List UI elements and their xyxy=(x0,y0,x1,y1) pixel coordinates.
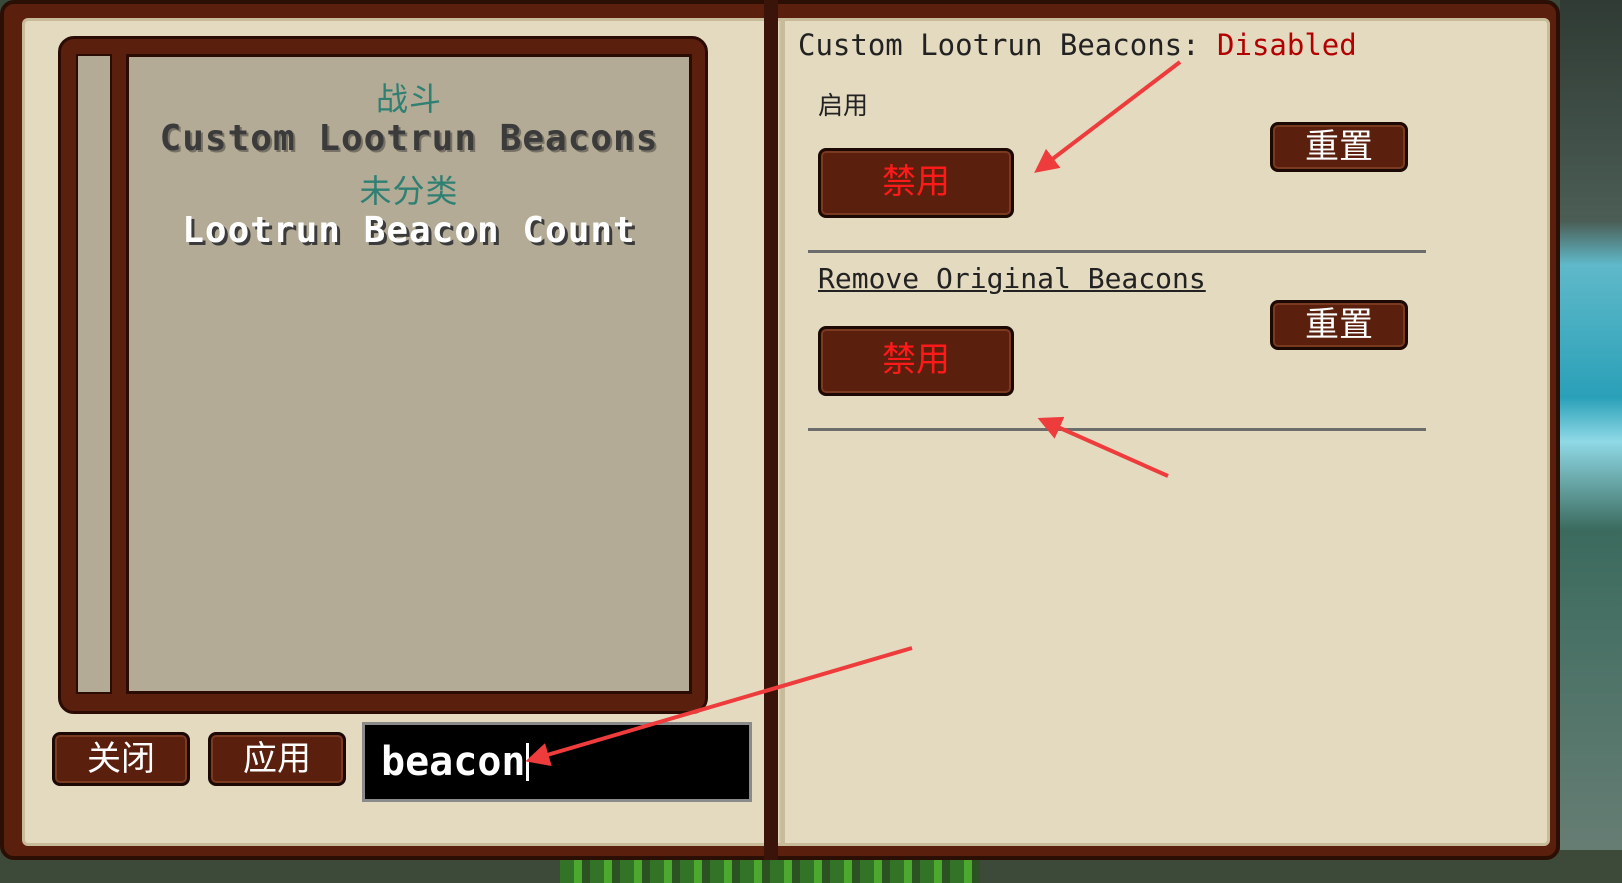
toggle-remove-original-beacons-button[interactable]: 禁用 xyxy=(818,326,1014,396)
reset-remove-original-beacons-button[interactable]: 重置 xyxy=(1270,300,1408,350)
toggle-custom-lootrun-beacons-button[interactable]: 禁用 xyxy=(818,148,1014,218)
category-label-uncategorized: 未分类 xyxy=(359,172,459,210)
reset-custom-lootrun-beacons-button[interactable]: 重置 xyxy=(1270,122,1408,172)
search-input-value: beacon xyxy=(381,739,526,785)
config-title: Custom Lootrun Beacons: Disabled xyxy=(798,28,1357,62)
game-background xyxy=(1560,0,1622,883)
config-status: Disabled xyxy=(1217,28,1357,62)
text-caret xyxy=(525,743,529,781)
divider xyxy=(808,428,1426,431)
config-description: 启用 xyxy=(818,91,869,120)
config-remove-original-beacons-title: Remove Original Beacons xyxy=(818,262,1206,295)
config-list-scrollbar[interactable] xyxy=(76,54,112,694)
list-item-lootrun-beacon-count[interactable]: Lootrun Beacon Count xyxy=(126,210,692,251)
search-input[interactable]: beacon xyxy=(362,722,752,802)
apply-button[interactable]: 应用 xyxy=(208,732,346,786)
right-page xyxy=(782,18,1550,846)
book-spine xyxy=(764,0,778,860)
divider xyxy=(808,250,1426,253)
config-title-label: Custom Lootrun Beacons: xyxy=(798,28,1218,62)
list-item-custom-lootrun-beacons[interactable]: Custom Lootrun Beacons xyxy=(126,118,692,159)
close-button[interactable]: 关闭 xyxy=(52,732,190,786)
category-label-combat: 战斗 xyxy=(375,80,442,118)
